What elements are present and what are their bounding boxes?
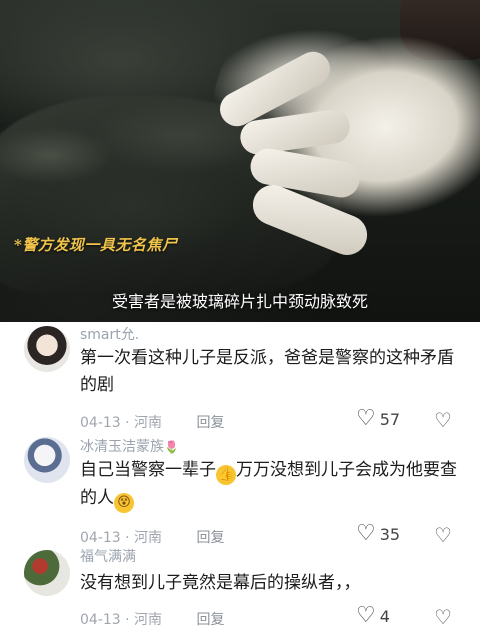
comment-meta: 04-13 · 河南 回复 xyxy=(80,530,225,546)
comment-list: smart允. 第一次看这种儿子是反派，爸爸是警察的这种矛盾的剧 04-13 ·… xyxy=(0,322,480,640)
comment-date: 04-13 xyxy=(80,612,121,628)
video-subtitle: 受害者是被玻璃碎片扎中颈动脉致死 xyxy=(111,292,368,311)
comment-username[interactable]: 福气满满 xyxy=(80,546,136,566)
like-count: 35 xyxy=(379,524,401,544)
avatar[interactable] xyxy=(24,550,70,596)
heart-outline-icon: ♡ xyxy=(356,406,376,431)
broken-heart-icon[interactable]: ♡ xyxy=(434,525,452,545)
comment-location: 河南 xyxy=(134,530,163,546)
like-count: 57 xyxy=(379,409,401,429)
like-count: 4 xyxy=(379,606,390,626)
comment-username[interactable]: 冰清玉洁蒙族🌷 xyxy=(80,436,179,456)
comment-location: 河南 xyxy=(134,415,163,431)
dizzy-face-emoji-icon: 😵 xyxy=(114,493,134,513)
comment-text: 没有想到儿子竟然是幕后的操纵者，， xyxy=(80,573,361,593)
broken-heart-icon[interactable]: ♡ xyxy=(434,607,452,627)
comment-text: 自己当警察一辈子 👍 万万没想到儿子会成为他要查的人 😵 xyxy=(80,457,460,513)
thumbs-up-emoji-icon: 👍 xyxy=(216,465,236,485)
heart-outline-icon: ♡ xyxy=(356,603,376,628)
comment-date: 04-13 xyxy=(80,530,121,546)
like-button[interactable]: ♡ 35 xyxy=(356,523,400,545)
heart-outline-icon: ♡ xyxy=(356,521,376,546)
reply-button[interactable]: 回复 xyxy=(197,612,225,628)
video-frame[interactable]: *警方发现一具无名焦尸 受害者是被玻璃碎片扎中颈动脉致死 xyxy=(0,0,480,322)
reply-button[interactable]: 回复 xyxy=(197,530,225,546)
comment-username[interactable]: smart允. xyxy=(80,324,139,344)
comment-date: 04-13 xyxy=(80,415,121,431)
avatar[interactable] xyxy=(24,326,70,372)
comment-meta: 04-13 · 河南 回复 xyxy=(80,612,225,628)
like-button[interactable]: ♡ 57 xyxy=(356,408,400,430)
username-text: 冰清玉洁蒙族 xyxy=(80,439,164,455)
like-button[interactable]: ♡ 4 xyxy=(356,605,390,627)
reply-button[interactable]: 回复 xyxy=(197,415,225,431)
comment-location: 河南 xyxy=(134,612,163,628)
avatar[interactable] xyxy=(24,437,70,483)
video-tag-caption: *警方发现一具无名焦尸 xyxy=(14,236,178,254)
comment-meta: 04-13 · 河南 回复 xyxy=(80,415,225,431)
comment-text: 第一次看这种儿子是反派，爸爸是警察的这种矛盾的剧 xyxy=(80,348,454,395)
broken-heart-icon[interactable]: ♡ xyxy=(434,410,452,430)
comment-text-part: 自己当警察一辈子 xyxy=(80,460,216,480)
flower-emoji-icon: 🌷 xyxy=(164,440,179,454)
